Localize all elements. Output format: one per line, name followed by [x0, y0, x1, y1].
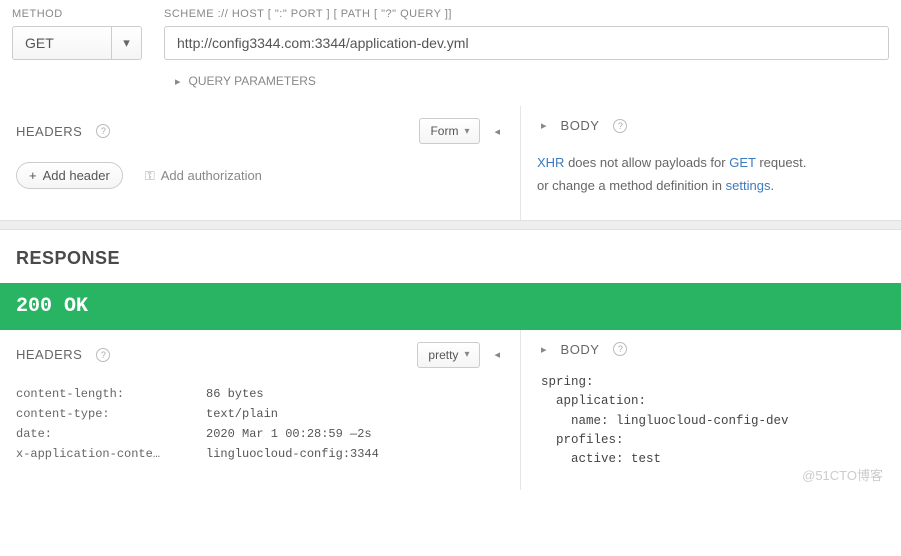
headers-form-select[interactable]: Form	[419, 118, 480, 144]
response-headers-table: content-length:86 bytes content-type:tex…	[0, 380, 520, 484]
response-title: RESPONSE	[0, 230, 901, 283]
add-authorization-button[interactable]: Add authorization	[145, 162, 262, 189]
collapse-left-icon[interactable]: ◂	[490, 125, 504, 138]
divider	[0, 220, 901, 230]
req-body-label: BODY	[561, 118, 600, 133]
caret-right-icon	[175, 74, 181, 88]
table-row: content-type:text/plain	[16, 404, 504, 424]
collapse-left-icon[interactable]: ◂	[490, 348, 504, 361]
collapse-right-icon[interactable]: ▸	[537, 119, 551, 132]
query-parameters-toggle[interactable]: QUERY PARAMETERS	[0, 60, 901, 106]
url-input[interactable]	[164, 26, 889, 60]
help-icon[interactable]: ?	[96, 124, 110, 138]
watermark: @51CTO博客	[802, 465, 883, 484]
method-value: GET	[13, 27, 111, 59]
table-row: x-application-conte…lingluocloud-config:…	[16, 444, 504, 464]
help-icon[interactable]: ?	[613, 342, 627, 356]
table-row: date:2020 Mar 1 00:28:59 —2s	[16, 424, 504, 444]
status-bar: 200 OK	[0, 283, 901, 330]
settings-link[interactable]: settings	[726, 178, 771, 193]
get-link[interactable]: GET	[729, 155, 756, 170]
help-icon[interactable]: ?	[96, 348, 110, 362]
req-headers-label: HEADERS	[16, 124, 82, 139]
resp-body-label: BODY	[561, 342, 600, 357]
chevron-down-icon[interactable]: ▾	[111, 27, 141, 59]
table-row: content-length:86 bytes	[16, 384, 504, 404]
xhr-link[interactable]: XHR	[537, 155, 564, 170]
url-label: SCHEME :// HOST [ ":" PORT ] [ PATH [ "?…	[164, 8, 889, 20]
resp-headers-label: HEADERS	[16, 347, 82, 362]
method-label: METHOD	[12, 8, 142, 20]
collapse-right-icon[interactable]: ▸	[537, 343, 551, 356]
key-icon	[145, 168, 155, 184]
method-select[interactable]: GET ▾	[12, 26, 142, 60]
plus-icon: +	[29, 168, 37, 183]
help-icon[interactable]: ?	[613, 119, 627, 133]
query-parameters-label: QUERY PARAMETERS	[189, 74, 316, 88]
req-body-message: XHR does not allow payloads for GET requ…	[521, 145, 901, 220]
headers-pretty-select[interactable]: pretty	[417, 342, 480, 368]
add-header-button[interactable]: + Add header	[16, 162, 123, 189]
